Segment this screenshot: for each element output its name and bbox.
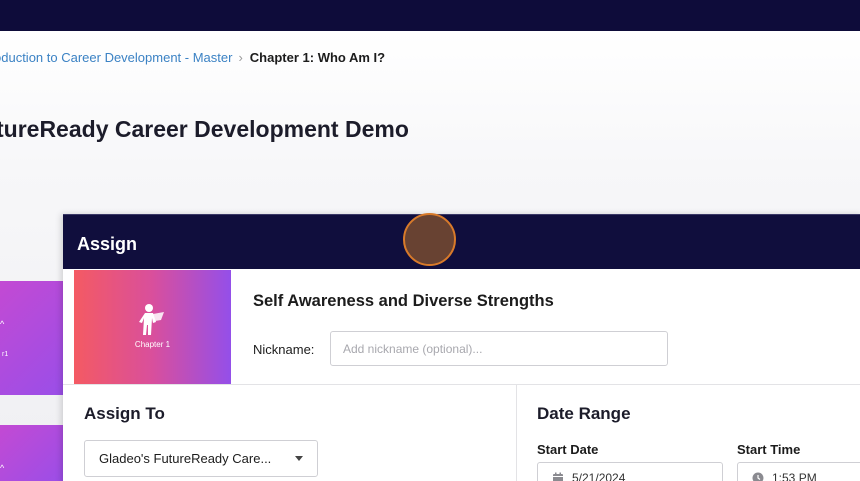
breadcrumb: oduction to Career Development - Master …: [0, 48, 385, 66]
nickname-label: Nickname:: [253, 342, 315, 357]
start-date-value: 5/21/2024: [572, 471, 626, 481]
cursor-click-indicator: [403, 213, 456, 266]
lesson-thumbnail: Chapter 1: [74, 270, 231, 384]
figure-icon: ^: [0, 463, 5, 473]
assign-modal: Assign Chapter 1 Self Awareness and Dive…: [63, 214, 860, 481]
start-time-label: Start Time: [737, 442, 801, 457]
calendar-icon: [553, 472, 563, 481]
start-date-field[interactable]: 5/21/2024: [537, 462, 723, 481]
section-divider: [63, 384, 860, 385]
nickname-input[interactable]: [330, 331, 668, 366]
top-nav-bar: [0, 0, 860, 31]
assign-to-title: Assign To: [84, 404, 165, 423]
page-title: tureReady Career Development Demo: [0, 116, 409, 142]
breadcrumb-current: Chapter 1: Who Am I?: [249, 49, 386, 65]
assign-to-selected: Gladeo's FutureReady Care...: [99, 451, 272, 466]
chapter-card-label: r1: [2, 351, 9, 358]
thumbnail-label: Chapter 1: [134, 340, 171, 349]
modal-header: Assign: [63, 214, 860, 269]
assign-to-select[interactable]: Gladeo's FutureReady Care...: [84, 440, 318, 477]
start-time-value: 1:53 PM: [772, 471, 817, 481]
figure-icon: ^: [0, 319, 5, 329]
chapter-card[interactable]: ^: [0, 425, 63, 481]
hero-figure-icon: [139, 304, 164, 335]
start-time-field[interactable]: 1:53 PM: [737, 462, 860, 481]
chapter-card[interactable]: ^ r1: [0, 281, 63, 395]
start-date-label: Start Date: [537, 442, 599, 457]
chevron-right-icon: ›: [238, 49, 243, 65]
date-range-title: Date Range: [537, 404, 631, 423]
lesson-title: Self Awareness and Diverse Strengths: [253, 292, 554, 310]
modal-title: Assign: [77, 234, 138, 254]
caret-down-icon: [295, 456, 303, 461]
column-divider: [516, 385, 517, 481]
clock-icon: [752, 472, 764, 481]
breadcrumb-parent-link[interactable]: oduction to Career Development - Master: [0, 50, 232, 65]
